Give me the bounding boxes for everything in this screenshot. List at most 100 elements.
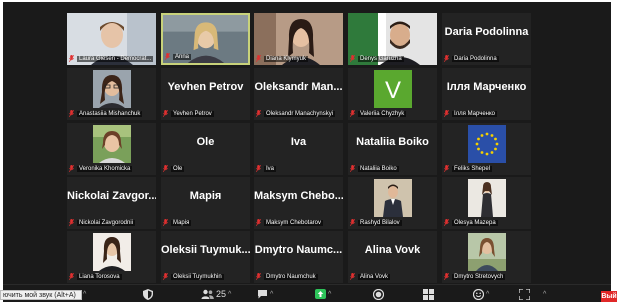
participant-tile[interactable]: Olesya Mazepa [442,177,531,229]
participant-tile[interactable]: V Valeriia Chyzhyk [348,68,437,120]
participant-label: Olesya Mazepa [444,218,529,228]
participants-caret[interactable]: ^ [228,291,231,298]
mute-tooltip: ючить мой звук (Alt+A) [0,290,82,300]
zoom-meeting-window: Laura Giesen - Democrat... Anna Diana Klym… [3,2,611,302]
participant-name: Dmytro Naumchuk [264,274,318,280]
mic-muted-icon [350,164,358,174]
participant-label: Laura Giesen - Democrat... [69,54,154,64]
participant-name: Valeriia Chyzhyk [358,111,407,117]
participant-tile[interactable]: Laura Giesen - Democrat... [67,13,156,65]
participant-tile[interactable]: Nickolai Zavgor... Nickolai Zavgorodnii [67,177,156,229]
participant-label: Feliks Shepel [444,164,529,174]
participant-tile[interactable]: Ole Ole [161,123,250,175]
participant-name: Diana Klymyuk [264,56,309,62]
mic-muted-icon [163,109,171,119]
participant-name: Alina Vovk [358,274,391,280]
mic-caret[interactable]: ^ [83,288,86,300]
participant-tile[interactable]: Feliks Shepel [442,123,531,175]
participant-name: Liana Torosova [77,274,122,280]
participant-name: Iva [264,166,277,172]
participant-tile[interactable]: Марія Марія [161,177,250,229]
participant-label: Rashyd Bilalov [350,218,435,228]
chat-button[interactable]: ^ [257,288,273,300]
participant-tile[interactable]: Yevhen Petrov Yevhen Petrov [161,68,250,120]
participant-label: Dmytro Stretovych [444,272,529,282]
participant-label: Maksym Chebotarov [256,218,341,228]
participant-tile[interactable]: Anastasiia Mishanchuk [67,68,156,120]
participant-label: Марія [163,218,248,228]
mic-muted-icon [350,109,358,119]
chat-icon [258,290,267,299]
participant-video: V [373,70,412,108]
participant-tile[interactable]: Rashyd Bilalov [348,177,437,229]
mic-muted-icon [444,54,452,64]
participant-label: Nataliia Boiko [350,164,435,174]
security-button[interactable] [143,288,153,300]
participant-tile[interactable]: Dmytro Stretovych [442,231,531,283]
participant-tile[interactable]: Ілля Марченко Ілля Марченко [442,68,531,120]
participant-tile[interactable]: Diana Klymyuk [254,13,343,65]
participant-display-name: Ole [196,136,215,148]
mic-muted-icon [69,218,77,228]
share-caret[interactable]: ^ [328,291,331,298]
mic-muted-icon [444,164,452,174]
mic-muted-icon [69,54,77,64]
participant-tile[interactable]: Veronika Khomicka [67,123,156,175]
mic-muted-icon [444,109,452,119]
participant-video [92,233,131,271]
participant-video [467,179,506,217]
participant-tile[interactable]: Iva Iva [254,123,343,175]
participant-label: Iva [256,164,341,174]
participant-tile[interactable]: Dmytro Naumc... Dmytro Naumchuk [254,231,343,283]
participant-tile[interactable]: Anna [161,13,250,65]
participant-display-name: Ілля Марченко [446,81,527,93]
participant-name: Rashyd Bilalov [358,220,402,226]
mic-muted-icon [444,218,452,228]
participant-name: Ole [171,166,185,172]
participant-label: Daria Podolinna [444,54,529,64]
record-button[interactable] [373,288,384,300]
fullscreen-button[interactable] [519,288,530,300]
participants-button[interactable]: 25 ^ [201,288,231,300]
mic-muted-icon [350,218,358,228]
participant-tile[interactable]: Daria Podolinna Daria Podolinna [442,13,531,65]
participant-label: Liana Torosova [69,272,154,282]
leave-button[interactable]: Вый [601,291,617,302]
participant-name: Марія [171,220,192,226]
participant-name: Olesya Mazepa [452,220,498,226]
more-caret[interactable]: ^ [543,288,546,300]
participant-tile[interactable]: Maksym Chebo... Maksym Chebotarov [254,177,343,229]
participants-icon [201,289,214,299]
participant-name: Yevhen Petrov [171,111,214,117]
participant-label: Veronika Khomicka [69,164,154,174]
participant-tile[interactable]: Oleksii Tuymuk... Oleksii Tuymukhin [161,231,250,283]
mic-muted-icon [69,109,77,119]
breakout-rooms-button[interactable] [423,288,434,300]
participant-label: Valeriia Chyzhyk [350,109,435,119]
meeting-toolbar: ^ 25 ^ ^ ^ ^ ^ [3,284,611,302]
reactions-button[interactable]: ^ [473,288,489,300]
participant-display-name: Oleksii Tuymuk... [161,244,250,256]
chat-caret[interactable]: ^ [270,291,273,298]
participant-display-name: Daria Podolinna [444,26,529,38]
gallery-view: Laura Giesen - Democrat... Anna Diana Klym… [3,2,611,284]
mic-muted-icon [69,272,77,282]
participant-video [373,179,412,217]
reactions-caret[interactable]: ^ [486,291,489,298]
participant-display-name: Nickolai Zavgor... [67,190,156,202]
participant-tile[interactable]: Denys Garuzha [348,13,437,65]
participant-label: Denys Garuzha [350,54,435,64]
participant-name: Denys Garuzha [358,56,404,62]
participant-tile[interactable]: Oleksandr Man... Oleksandr Manachynskyi [254,68,343,120]
participant-name: Feliks Shepel [452,166,493,172]
participant-display-name: Марія [189,190,222,202]
participant-tile[interactable]: Liana Torosova [67,231,156,283]
mic-muted-icon [69,164,77,174]
mic-muted-icon [256,272,264,282]
participant-label: Anastasiia Mishanchuk [69,109,154,119]
share-screen-button[interactable]: ^ [315,288,331,300]
participant-label: Oleksandr Manachynskyi [256,109,341,119]
participant-tile[interactable]: Alina Vovk Alina Vovk [348,231,437,283]
participant-tile[interactable]: Nataliia Boiko Nataliia Boiko [348,123,437,175]
participant-display-name: Yevhen Petrov [167,81,244,93]
